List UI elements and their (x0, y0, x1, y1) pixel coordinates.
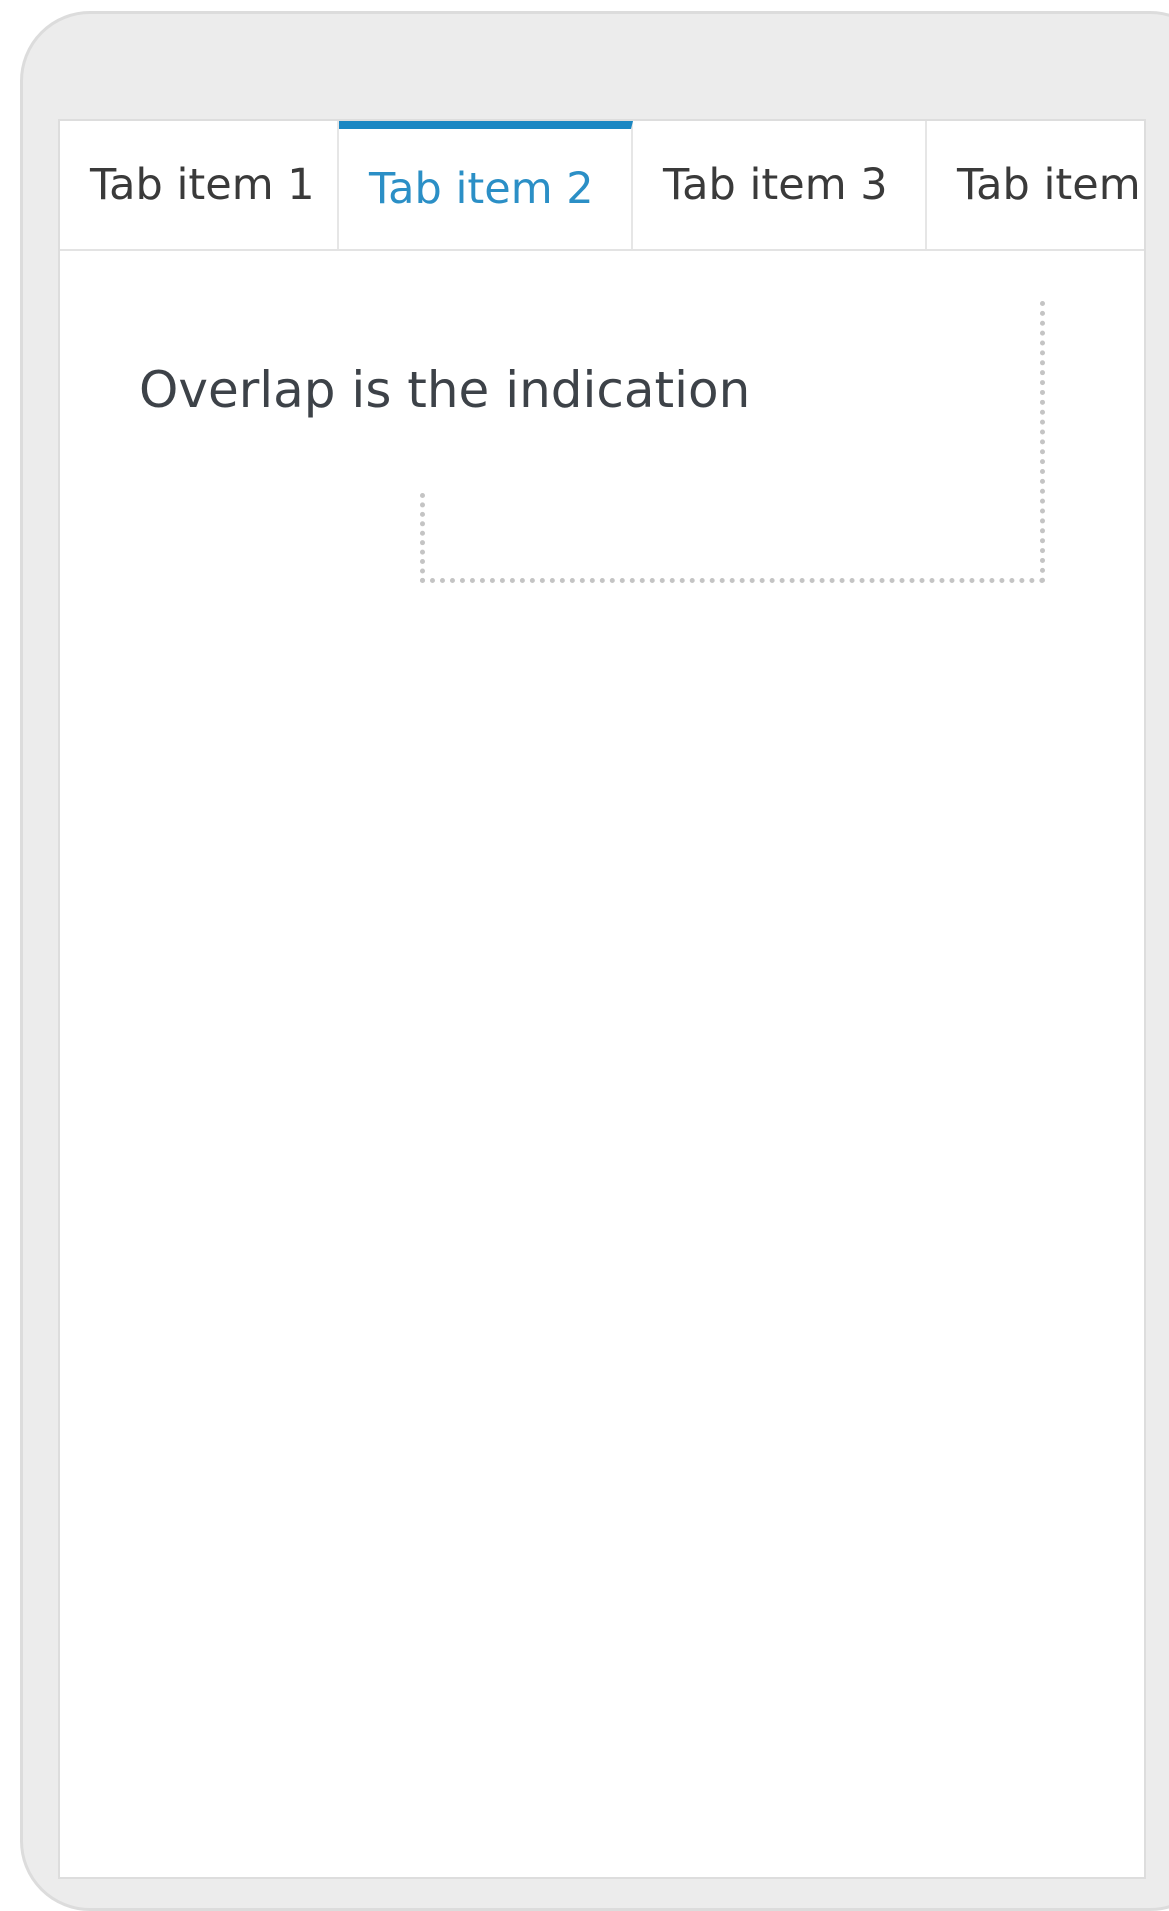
tab-item-4[interactable]: Tab item 4 (927, 121, 1144, 249)
tab-item-3[interactable]: Tab item 3 (633, 121, 927, 249)
overlap-indicator-outline (420, 301, 1045, 583)
tab-bar: Tab item 1 Tab item 2 Tab item 3 Tab ite… (60, 121, 1144, 251)
app-screen: Tab item 1 Tab item 2 Tab item 3 Tab ite… (58, 119, 1146, 1879)
overlap-indicator-left-edge (420, 493, 425, 583)
tab-item-2[interactable]: Tab item 2 (339, 121, 633, 249)
tab-item-1[interactable]: Tab item 1 (60, 121, 339, 249)
